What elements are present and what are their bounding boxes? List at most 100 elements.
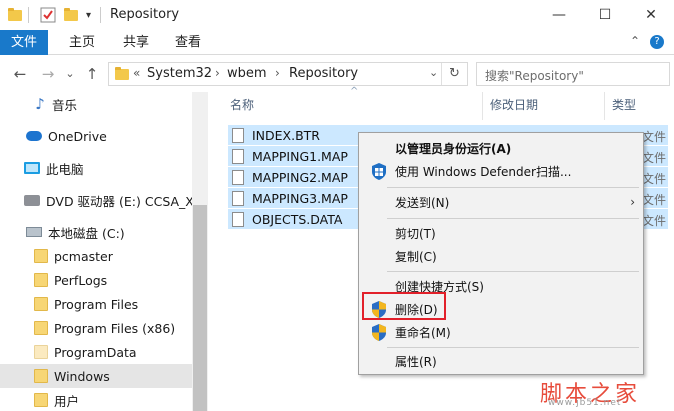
file-name-label: MAPPING2.MAP bbox=[252, 169, 348, 185]
file-name[interactable]: MAPPING3.MAP bbox=[232, 188, 348, 208]
breadcrumb-separator[interactable]: › bbox=[215, 66, 220, 80]
forward-button[interactable]: → bbox=[38, 64, 58, 84]
customize-toolbar-icon[interactable]: ▾ bbox=[86, 6, 91, 24]
window-title: Repository bbox=[110, 7, 180, 22]
search-placeholder: 搜索"Repository" bbox=[485, 69, 584, 83]
tab-view[interactable]: 查看 bbox=[166, 30, 210, 55]
breadcrumb-repository[interactable]: Repository bbox=[289, 66, 358, 81]
menu-item-run-as-admin[interactable]: 以管理员身份运行(A) bbox=[359, 137, 643, 159]
sidebar-item-label: PerfLogs bbox=[54, 272, 108, 288]
sidebar-item-label: 用户 bbox=[54, 393, 80, 409]
dvd-drive-icon bbox=[24, 194, 40, 206]
sidebar-item-local-disk[interactable]: 本地磁盘 (C:) bbox=[0, 220, 192, 244]
address-dropdown-icon[interactable]: ⌄ bbox=[429, 66, 438, 79]
menu-item-label: 发送到(N) bbox=[395, 195, 450, 210]
sidebar-item-program-files[interactable]: Program Files bbox=[0, 292, 192, 316]
sidebar-item-dvd-drive[interactable]: DVD 驱动器 (E:) CCSA_X64 bbox=[0, 188, 208, 212]
breadcrumb-wbem[interactable]: wbem bbox=[227, 66, 267, 81]
menu-item-label: 重命名(M) bbox=[395, 325, 451, 340]
folder-icon bbox=[115, 67, 129, 83]
menu-item-label: 属性(R) bbox=[395, 354, 437, 369]
file-name-label: MAPPING1.MAP bbox=[252, 148, 348, 164]
sidebar-item-label: 音乐 bbox=[52, 97, 78, 113]
ribbon-tabs: 文件 主页 共享 查看 ⌃ ? bbox=[0, 30, 674, 55]
column-header-type[interactable]: 类型 bbox=[612, 96, 636, 116]
file-icon bbox=[232, 169, 244, 185]
recent-locations-button[interactable]: ⌄ bbox=[60, 64, 80, 84]
tab-share[interactable]: 共享 bbox=[114, 30, 158, 55]
sidebar-item-onedrive[interactable]: OneDrive bbox=[0, 124, 192, 148]
tab-file[interactable]: 文件 bbox=[0, 30, 48, 55]
scrollbar-thumb[interactable] bbox=[193, 205, 207, 411]
folder-icon bbox=[34, 393, 48, 407]
folder-icon bbox=[34, 273, 48, 287]
watermark-url: www.jb51.net bbox=[548, 398, 622, 408]
file-icon bbox=[232, 211, 244, 227]
address-divider bbox=[441, 63, 442, 85]
menu-item-label: 复制(C) bbox=[395, 249, 437, 264]
file-type-cell: 文件 bbox=[642, 214, 667, 228]
expand-ribbon-icon[interactable]: ⌃ bbox=[630, 34, 640, 48]
menu-item-cut[interactable]: 剪切(T) bbox=[359, 222, 643, 244]
menu-item-label: 以管理员身份运行(A) bbox=[395, 141, 512, 156]
sidebar-item-music[interactable]: ♪ 音乐 bbox=[0, 92, 192, 116]
menu-item-properties[interactable]: 属性(R) bbox=[359, 350, 643, 372]
file-name[interactable]: MAPPING1.MAP bbox=[232, 146, 348, 166]
maximize-button[interactable]: ☐ bbox=[582, 0, 628, 30]
sidebar-item-pcmaster[interactable]: pcmaster bbox=[0, 244, 192, 268]
menu-item-defender-scan[interactable]: 使用 Windows Defender扫描... bbox=[359, 160, 643, 182]
column-divider[interactable] bbox=[482, 92, 483, 120]
column-header-date[interactable]: 修改日期 bbox=[490, 96, 538, 116]
properties-icon[interactable] bbox=[40, 6, 56, 24]
breadcrumb-separator[interactable]: › bbox=[275, 66, 280, 80]
menu-item-copy[interactable]: 复制(C) bbox=[359, 245, 643, 267]
sidebar-item-label: DVD 驱动器 (E:) CCSA_X64 bbox=[46, 193, 208, 209]
menu-item-rename[interactable]: 重命名(M) bbox=[359, 321, 643, 343]
refresh-icon[interactable]: ↻ bbox=[449, 66, 460, 81]
up-button[interactable]: ↑ bbox=[82, 64, 102, 84]
menu-item-send-to[interactable]: 发送到(N) › bbox=[359, 191, 643, 213]
sidebar-item-label: OneDrive bbox=[48, 128, 107, 144]
file-name-label: INDEX.BTR bbox=[252, 127, 320, 143]
title-divider bbox=[100, 7, 101, 23]
navigation-pane: ♪ 音乐 OneDrive 此电脑 DVD 驱动器 (E:) CCSA_X64 … bbox=[0, 92, 208, 411]
column-header-name[interactable]: 名称 bbox=[230, 96, 254, 116]
close-button[interactable]: ✕ bbox=[628, 0, 674, 30]
sort-ascending-icon: ^ bbox=[350, 86, 359, 97]
file-icon bbox=[232, 190, 244, 206]
address-bar[interactable]: « System32 › wbem › Repository ⌄ ↻ bbox=[108, 62, 468, 86]
new-folder-icon[interactable] bbox=[64, 6, 78, 24]
onedrive-icon bbox=[26, 131, 42, 141]
breadcrumb-system32[interactable]: System32 bbox=[147, 66, 212, 81]
sidebar-item-perflogs[interactable]: PerfLogs bbox=[0, 268, 192, 292]
tab-home[interactable]: 主页 bbox=[60, 30, 104, 55]
help-icon[interactable]: ? bbox=[650, 35, 664, 49]
minimize-button[interactable]: — bbox=[536, 0, 582, 30]
file-name-label: MAPPING3.MAP bbox=[252, 190, 348, 206]
file-name[interactable]: MAPPING2.MAP bbox=[232, 167, 348, 187]
sidebar-item-windows[interactable]: Windows bbox=[0, 364, 192, 388]
sidebar-item-label: Program Files (x86) bbox=[54, 320, 176, 336]
sidebar-item-this-pc[interactable]: 此电脑 bbox=[0, 156, 192, 180]
menu-separator bbox=[387, 187, 639, 188]
back-button[interactable]: ← bbox=[10, 64, 30, 84]
sidebar-item-programdata[interactable]: ProgramData bbox=[0, 340, 192, 364]
overflow-icon[interactable]: « bbox=[133, 66, 140, 80]
sidebar-item-users[interactable]: 用户 bbox=[0, 388, 192, 411]
sidebar-item-label: pcmaster bbox=[54, 248, 113, 264]
column-divider[interactable] bbox=[604, 92, 605, 120]
menu-separator bbox=[387, 218, 639, 219]
toolbar-divider bbox=[28, 7, 29, 23]
music-icon: ♪ bbox=[35, 95, 45, 113]
context-menu: 以管理员身份运行(A) 使用 Windows Defender扫描... 发送到… bbox=[358, 132, 644, 375]
folder-icon bbox=[34, 297, 48, 311]
search-input[interactable]: 搜索"Repository" bbox=[476, 62, 670, 86]
file-name[interactable]: OBJECTS.DATA bbox=[232, 209, 342, 229]
folder-icon bbox=[34, 345, 48, 359]
sidebar-item-label: 本地磁盘 (C:) bbox=[48, 225, 125, 241]
sidebar-item-program-files-x86[interactable]: Program Files (x86) bbox=[0, 316, 192, 340]
menu-item-label: 使用 Windows Defender扫描... bbox=[395, 164, 572, 179]
file-name[interactable]: INDEX.BTR bbox=[232, 125, 320, 145]
folder-icon bbox=[34, 369, 48, 383]
menu-item-label: 剪切(T) bbox=[395, 226, 436, 241]
